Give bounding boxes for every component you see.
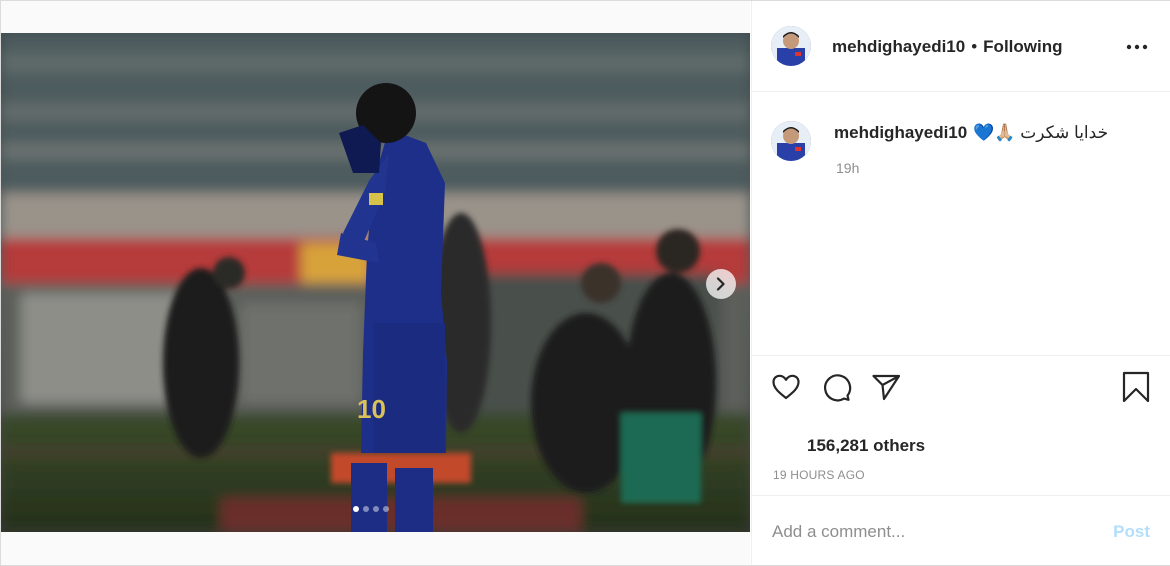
likes-count[interactable]: 156,281 others: [807, 436, 925, 456]
username-link[interactable]: mehdighayedi10: [832, 37, 965, 56]
add-comment-section: Post: [752, 495, 1170, 566]
post-timestamp[interactable]: 19 HOURS AGO: [773, 468, 865, 482]
caption-text: خدایا شکرت 🙏🏼💙: [973, 123, 1109, 142]
carousel-indicator: [353, 506, 389, 512]
post-header: mehdighayedi10 • Following: [752, 1, 1170, 92]
svg-text:10: 10: [357, 394, 386, 424]
post-photo[interactable]: 10: [1, 33, 750, 532]
post-media: 10: [1, 1, 750, 565]
next-slide-button[interactable]: [706, 269, 736, 299]
comment-icon: [824, 374, 852, 402]
comment-input[interactable]: [770, 518, 1094, 546]
carousel-dot: [363, 506, 369, 512]
post-comment-button[interactable]: Post: [1113, 522, 1150, 542]
post-sidebar: mehdighayedi10 • Following mehdighayedi1…: [751, 1, 1170, 565]
share-button[interactable]: [870, 371, 902, 403]
bookmark-icon: [1122, 371, 1150, 403]
post-dialog: 10 mehdighayedi10 • Following mehdighaye…: [0, 0, 1170, 566]
caption-area: mehdighayedi10 خدایا شکرت 🙏🏼💙 19h: [752, 92, 1170, 355]
more-options-icon: [1126, 44, 1148, 50]
avatar[interactable]: [771, 26, 811, 66]
separator-dot: •: [971, 37, 978, 56]
heart-icon: [772, 374, 800, 400]
save-button[interactable]: [1120, 371, 1152, 403]
caption: mehdighayedi10 خدایا شکرت 🙏🏼💙: [834, 122, 1108, 144]
header-meta: mehdighayedi10 • Following: [832, 36, 1063, 58]
chevron-right-icon: [716, 277, 725, 291]
carousel-dot: [383, 506, 389, 512]
carousel-dot: [353, 506, 359, 512]
send-icon: [872, 374, 901, 401]
like-button[interactable]: [770, 371, 802, 403]
carousel-dot: [373, 506, 379, 512]
following-button[interactable]: Following: [983, 37, 1062, 56]
avatar[interactable]: [771, 121, 811, 161]
more-options-button[interactable]: [1124, 37, 1150, 57]
post-actions: 156,281 others 19 HOURS AGO: [752, 355, 1170, 496]
caption-username-link[interactable]: mehdighayedi10: [834, 123, 967, 142]
caption-timestamp[interactable]: 19h: [836, 160, 859, 176]
comment-button[interactable]: [820, 371, 852, 403]
